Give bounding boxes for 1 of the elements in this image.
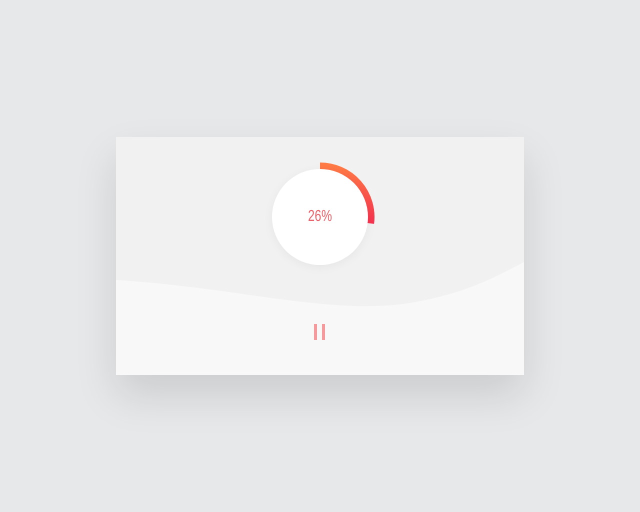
progress-percent: 26% <box>308 208 332 226</box>
